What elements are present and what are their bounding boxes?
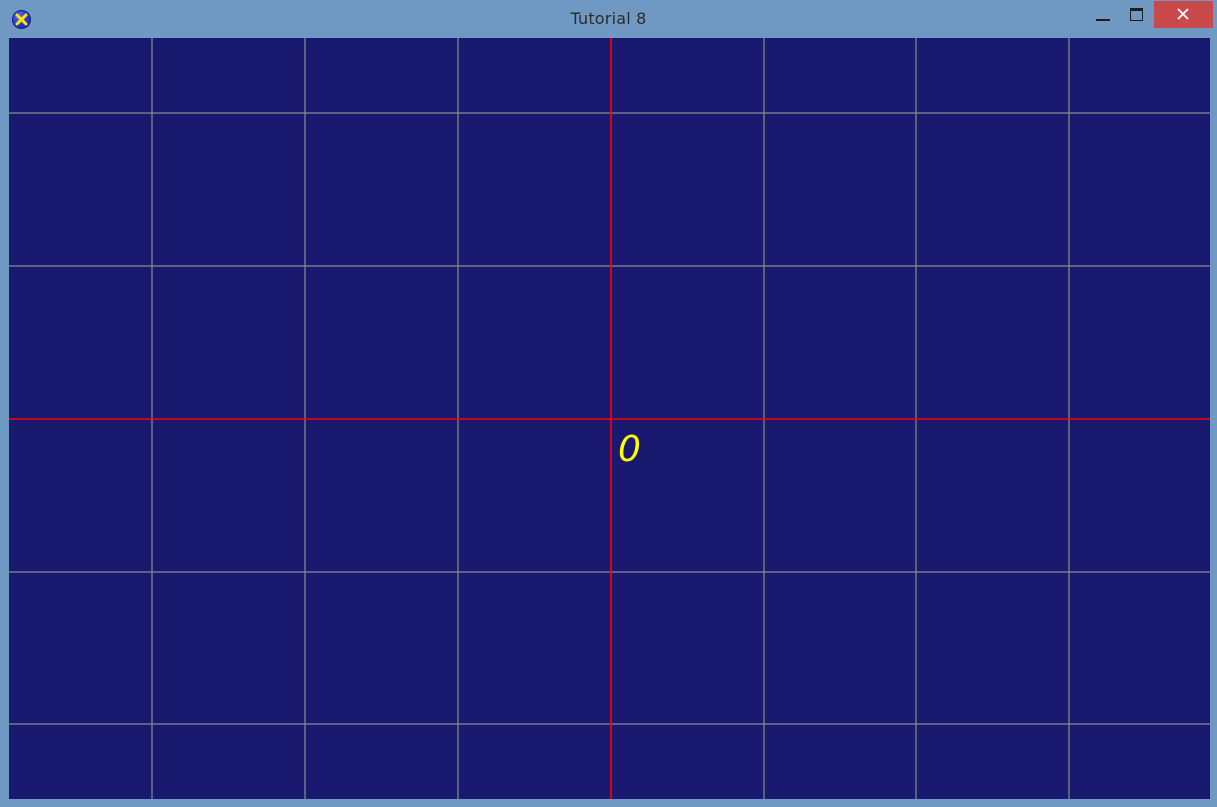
close-icon [1177, 8, 1189, 20]
close-button[interactable] [1154, 1, 1213, 28]
origin-label: 0 [618, 429, 641, 470]
axes [9, 38, 1210, 799]
grid-layer [9, 38, 1210, 799]
maximize-button[interactable] [1122, 1, 1152, 28]
minimize-button[interactable] [1088, 1, 1118, 28]
window-title: Tutorial 8 [570, 9, 647, 28]
title-bar[interactable]: Tutorial 8 [0, 0, 1217, 38]
drawing-canvas[interactable]: 0 [9, 38, 1210, 799]
app-window: Tutorial 8 0 [0, 0, 1217, 807]
